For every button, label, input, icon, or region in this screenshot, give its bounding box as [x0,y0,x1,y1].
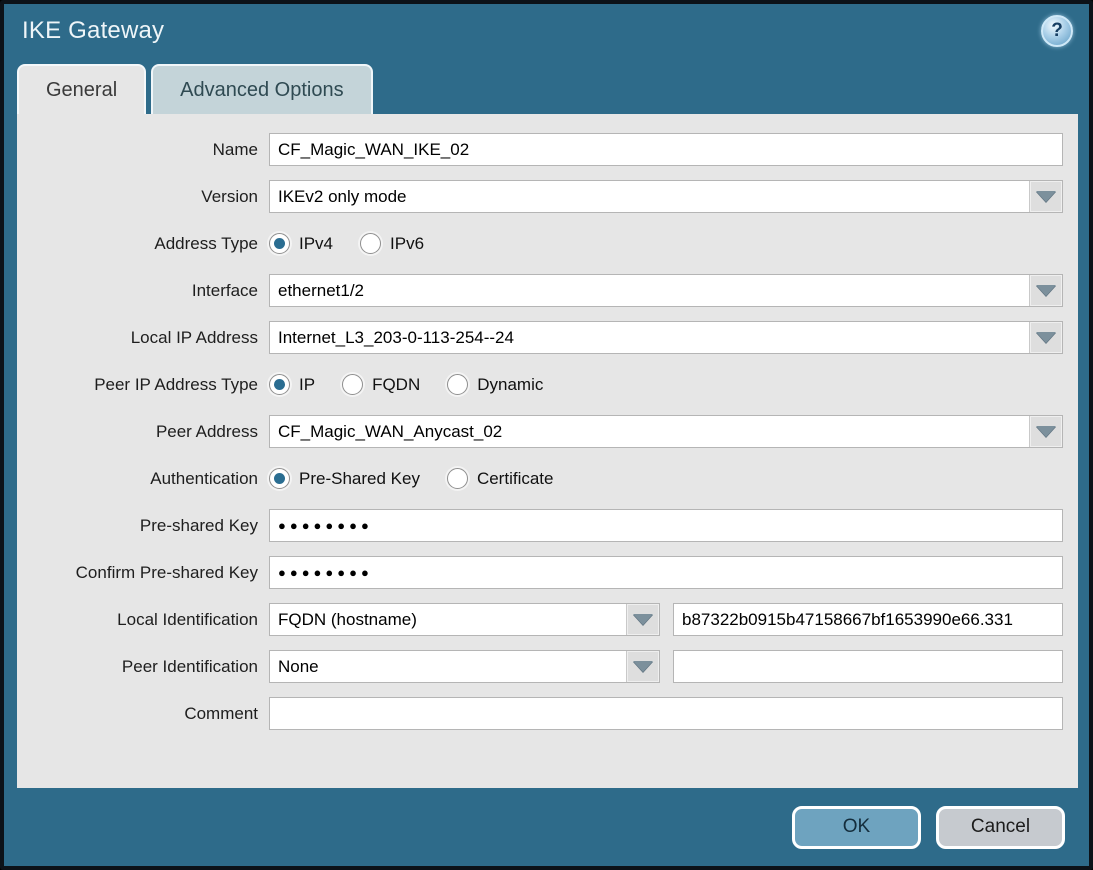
local-ip-label: Local IP Address [17,328,269,348]
radio-ipv6[interactable] [360,233,381,254]
row-version: Version IKEv2 only mode [17,180,1063,213]
row-peer-address: Peer Address CF_Magic_WAN_Anycast_02 [17,415,1063,448]
interface-dropdown-button[interactable] [1029,275,1062,306]
local-ip-value: Internet_L3_203-0-113-254--24 [270,322,1029,353]
local-ip-dropdown[interactable]: Internet_L3_203-0-113-254--24 [269,321,1063,354]
name-input[interactable] [269,133,1063,166]
radio-ipv6-label: IPv6 [390,234,424,254]
row-name: Name [17,133,1063,166]
radio-peer-fqdn[interactable] [342,374,363,395]
peer-identification-type-value: None [270,651,626,682]
row-address-type: Address Type IPv4 IPv6 [17,227,1063,260]
radio-ipv4-label: IPv4 [299,234,333,254]
version-dropdown[interactable]: IKEv2 only mode [269,180,1063,213]
chevron-down-icon [1036,332,1056,343]
row-peer-ip-type: Peer IP Address Type IP FQDN Dynamic [17,368,1063,401]
row-preshared-key: Pre-shared Key [17,509,1063,542]
dialog-footer: OK Cancel [4,788,1089,866]
row-authentication: Authentication Pre-Shared Key Certificat… [17,462,1063,495]
chevron-down-icon [633,661,653,672]
tab-strip: General Advanced Options [4,58,1089,114]
address-type-label: Address Type [17,234,269,254]
confirm-preshared-key-input[interactable] [269,556,1063,589]
peer-address-dropdown[interactable]: CF_Magic_WAN_Anycast_02 [269,415,1063,448]
help-icon[interactable]: ? [1041,15,1073,47]
peer-identification-label: Peer Identification [17,657,269,677]
peer-identification-type-dropdown[interactable]: None [269,650,660,683]
version-value: IKEv2 only mode [270,181,1029,212]
preshared-key-label: Pre-shared Key [17,516,269,536]
row-interface: Interface ethernet1/2 [17,274,1063,307]
peer-identification-input[interactable] [673,650,1063,683]
ike-gateway-dialog: IKE Gateway ? General Advanced Options N… [0,0,1093,870]
radio-certificate-label: Certificate [477,469,554,489]
local-identification-input[interactable] [673,603,1063,636]
peer-identification-dropdown-button[interactable] [626,651,659,682]
radio-preshared-key-label: Pre-Shared Key [299,469,420,489]
radio-peer-ip[interactable] [269,374,290,395]
chevron-down-icon [633,614,653,625]
peer-address-label: Peer Address [17,422,269,442]
radio-peer-dynamic-label: Dynamic [477,375,543,395]
row-local-ip: Local IP Address Internet_L3_203-0-113-2… [17,321,1063,354]
radio-peer-fqdn-label: FQDN [372,375,420,395]
interface-value: ethernet1/2 [270,275,1029,306]
version-dropdown-button[interactable] [1029,181,1062,212]
cancel-button[interactable]: Cancel [936,806,1065,849]
row-peer-identification: Peer Identification None [17,650,1063,683]
radio-preshared-key[interactable] [269,468,290,489]
row-comment: Comment [17,697,1063,730]
preshared-key-input[interactable] [269,509,1063,542]
authentication-label: Authentication [17,469,269,489]
peer-ip-type-label: Peer IP Address Type [17,375,269,395]
radio-peer-dynamic[interactable] [447,374,468,395]
interface-dropdown[interactable]: ethernet1/2 [269,274,1063,307]
chevron-down-icon [1036,285,1056,296]
comment-input[interactable] [269,697,1063,730]
row-local-identification: Local Identification FQDN (hostname) [17,603,1063,636]
radio-certificate[interactable] [447,468,468,489]
tab-general[interactable]: General [17,64,146,114]
peer-address-dropdown-button[interactable] [1029,416,1062,447]
tab-advanced-options[interactable]: Advanced Options [151,64,372,114]
interface-label: Interface [17,281,269,301]
ok-button[interactable]: OK [792,806,921,849]
version-label: Version [17,187,269,207]
local-identification-type-value: FQDN (hostname) [270,604,626,635]
dialog-title: IKE Gateway [22,17,164,45]
radio-ipv4[interactable] [269,233,290,254]
general-tab-panel: Name Version IKEv2 only mode Address Typ… [17,114,1078,788]
local-identification-dropdown-button[interactable] [626,604,659,635]
confirm-preshared-key-label: Confirm Pre-shared Key [17,563,269,583]
radio-peer-ip-label: IP [299,375,315,395]
local-identification-type-dropdown[interactable]: FQDN (hostname) [269,603,660,636]
name-label: Name [17,140,269,160]
comment-label: Comment [17,704,269,724]
local-ip-dropdown-button[interactable] [1029,322,1062,353]
row-confirm-preshared-key: Confirm Pre-shared Key [17,556,1063,589]
chevron-down-icon [1036,191,1056,202]
peer-address-value: CF_Magic_WAN_Anycast_02 [270,416,1029,447]
chevron-down-icon [1036,426,1056,437]
dialog-titlebar: IKE Gateway ? [4,4,1089,58]
local-identification-label: Local Identification [17,610,269,630]
